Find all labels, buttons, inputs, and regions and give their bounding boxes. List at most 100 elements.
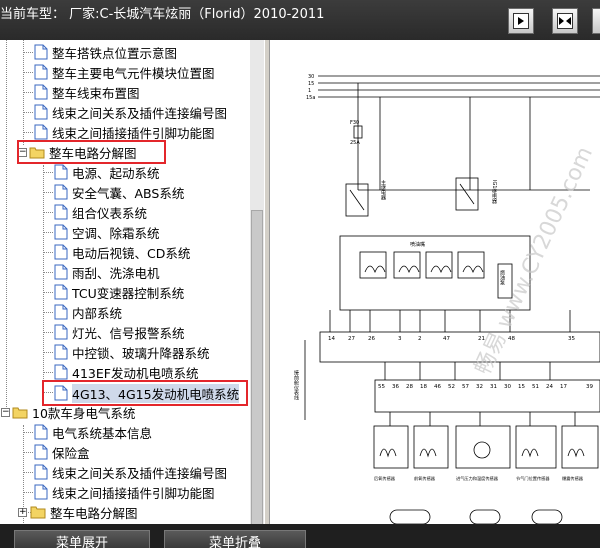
pin-label: 57 <box>462 384 469 390</box>
sensor-label: 前氧传感器 <box>414 475 436 482</box>
expand-menu-button[interactable]: 菜单展开 <box>14 530 150 548</box>
tree-item[interactable]: 雨刮、洗涤电机 <box>54 262 160 282</box>
tree-item[interactable]: 413EF发动机电喷系统 <box>54 362 198 382</box>
tree-item-label: 灯光、信号报警系统 <box>72 325 185 341</box>
document-icon <box>54 344 68 360</box>
tree-item[interactable]: 线束之间插接插件引脚功能图 <box>34 482 215 502</box>
wiring-diagram-svg: 30 15 1 15a F30 25A 主继电器 IG1继电器 喷油嘴 燃油泵 … <box>293 74 600 524</box>
tree-item-label: 空调、除霜系统 <box>72 225 160 241</box>
expand-toggle-body-electrical[interactable]: − <box>1 408 10 417</box>
harness-label: 接前舱仪表线 <box>293 369 299 400</box>
tree-item-label: 中控锁、玻璃升降器系统 <box>72 345 210 361</box>
highlight-box <box>17 140 166 164</box>
tree-item[interactable]: 整车主要电气元件模块位置图 <box>34 62 215 82</box>
document-icon <box>54 164 68 180</box>
tree-item-label: 雨刮、洗涤电机 <box>72 265 160 281</box>
pin-label: 36 <box>392 384 399 390</box>
sensor-label: 后氧传感器 <box>374 475 396 482</box>
tree-item[interactable]: 线束之间关系及插件连接编号图 <box>34 462 227 482</box>
folder-closed-icon <box>30 506 46 519</box>
tree-item[interactable]: 保险盒 <box>34 442 90 462</box>
pin-label: 18 <box>420 384 427 390</box>
sensor-label: 节气门位置传感器 <box>516 475 550 482</box>
document-icon <box>54 184 68 200</box>
pin-label: 30 <box>504 384 511 390</box>
collapse-right-button[interactable] <box>592 8 600 34</box>
document-icon <box>34 424 48 440</box>
tree-item[interactable]: 整车线束布置图 <box>34 82 140 102</box>
tree-item-label: 线束之间关系及插件连接编号图 <box>52 105 228 121</box>
document-icon <box>34 124 48 140</box>
tree-item[interactable]: 电气系统基本信息 <box>34 422 152 442</box>
tree-item-label: 413EF发动机电喷系统 <box>72 365 199 381</box>
collapse-left-button[interactable] <box>508 8 534 34</box>
tree-item-label: 保险盒 <box>52 445 90 461</box>
tree-folder-circuit-2[interactable]: 整车电路分解图 <box>30 502 138 522</box>
split-view-button[interactable] <box>552 8 578 34</box>
pin-label: 52 <box>448 384 455 390</box>
tree-item-label: TCU变速器控制系统 <box>72 285 185 301</box>
document-icon <box>34 84 48 100</box>
pin-label: 3 <box>398 336 402 342</box>
pin-label: 24 <box>546 384 553 390</box>
tree-item[interactable]: 线束之间插接插件引脚功能图 <box>34 122 215 142</box>
document-icon <box>54 324 68 340</box>
tree-item[interactable]: 电源、起动系统 <box>54 162 160 182</box>
arrow-right-box-icon <box>513 13 529 29</box>
tree-item[interactable]: TCU变速器控制系统 <box>54 282 184 302</box>
tree-item[interactable]: 整车搭铁点位置示意图 <box>34 42 177 62</box>
pin-label: 14 <box>328 336 335 342</box>
pin-label: 31 <box>490 384 497 390</box>
document-icon <box>54 264 68 280</box>
document-icon <box>34 444 48 460</box>
tree-item[interactable]: 内部系统 <box>54 302 122 322</box>
document-icon <box>34 44 48 60</box>
title-bar: 当前车型： 厂家:C-长城汽车炫丽（Florid）2010-2011 <box>0 0 600 40</box>
sensor-label: 爆震传感器 <box>562 475 584 482</box>
document-icon <box>34 64 48 80</box>
pin-label: 2 <box>418 336 422 342</box>
double-arrow-box-icon <box>557 13 573 29</box>
tree-item-label: 电源、起动系统 <box>72 165 160 181</box>
wiring-diagram: 30 15 1 15a F30 25A 主继电器 IG1继电器 喷油嘴 燃油泵 … <box>270 40 600 524</box>
menu-tree: − − + 整车搭铁点位置示意图 整车主要电气元件模块位置图 整车线束布置图 线… <box>0 40 250 524</box>
tree-item-label: 组合仪表系统 <box>72 205 148 221</box>
document-icon <box>54 304 68 320</box>
tree-item[interactable]: 电动后视镜、CD系统 <box>54 242 190 262</box>
tree-folder-body-electrical[interactable]: 10款车身电气系统 <box>12 402 135 422</box>
pin-label: 32 <box>476 384 483 390</box>
watermark: 畅易 www.CY2005.com <box>470 143 598 379</box>
ig-relay-label: IG1继电器 <box>491 180 497 205</box>
tree-item[interactable]: 灯光、信号报警系统 <box>54 322 185 342</box>
document-icon <box>54 224 68 240</box>
pin-label: 35 <box>568 336 575 342</box>
window-title: 当前车型： 厂家:C-长城汽车炫丽（Florid）2010-2011 <box>0 7 325 22</box>
pin-label: 51 <box>532 384 539 390</box>
document-icon <box>54 284 68 300</box>
rail-label: 1 <box>308 88 311 94</box>
tree-item-label: 线束之间关系及插件连接编号图 <box>52 465 228 481</box>
pin-label: 27 <box>348 336 355 342</box>
tree-item[interactable]: 组合仪表系统 <box>54 202 147 222</box>
tree-item[interactable]: 安全气囊、ABS系统 <box>54 182 184 202</box>
tree-item[interactable]: 中控锁、玻璃升降器系统 <box>54 342 210 362</box>
tree-item[interactable]: 空调、除霜系统 <box>54 222 160 242</box>
expand-toggle-circuit-2[interactable]: + <box>18 508 27 517</box>
bottom-bar: 菜单展开 菜单折叠 <box>0 524 600 548</box>
pin-label: 26 <box>368 336 375 342</box>
sensor-label: 进气压力和温度传感器 <box>456 475 499 482</box>
pin-label: 47 <box>443 336 450 342</box>
pin-label: 15 <box>518 384 525 390</box>
tree-scrollbar[interactable] <box>250 40 264 530</box>
tree-item-label: 线束之间插接插件引脚功能图 <box>52 485 215 501</box>
pin-label: 17 <box>560 384 567 390</box>
tree-item-label: 整车搭铁点位置示意图 <box>52 45 178 61</box>
tree-item-label: 安全气囊、ABS系统 <box>72 185 185 201</box>
collapse-menu-button[interactable]: 菜单折叠 <box>164 530 306 548</box>
tree-item-label: 整车线束布置图 <box>52 85 140 101</box>
document-icon <box>54 244 68 260</box>
tree-item[interactable]: 线束之间关系及插件连接编号图 <box>34 102 227 122</box>
document-icon <box>34 464 48 480</box>
scrollbar-thumb[interactable] <box>251 210 263 530</box>
document-icon <box>34 104 48 120</box>
